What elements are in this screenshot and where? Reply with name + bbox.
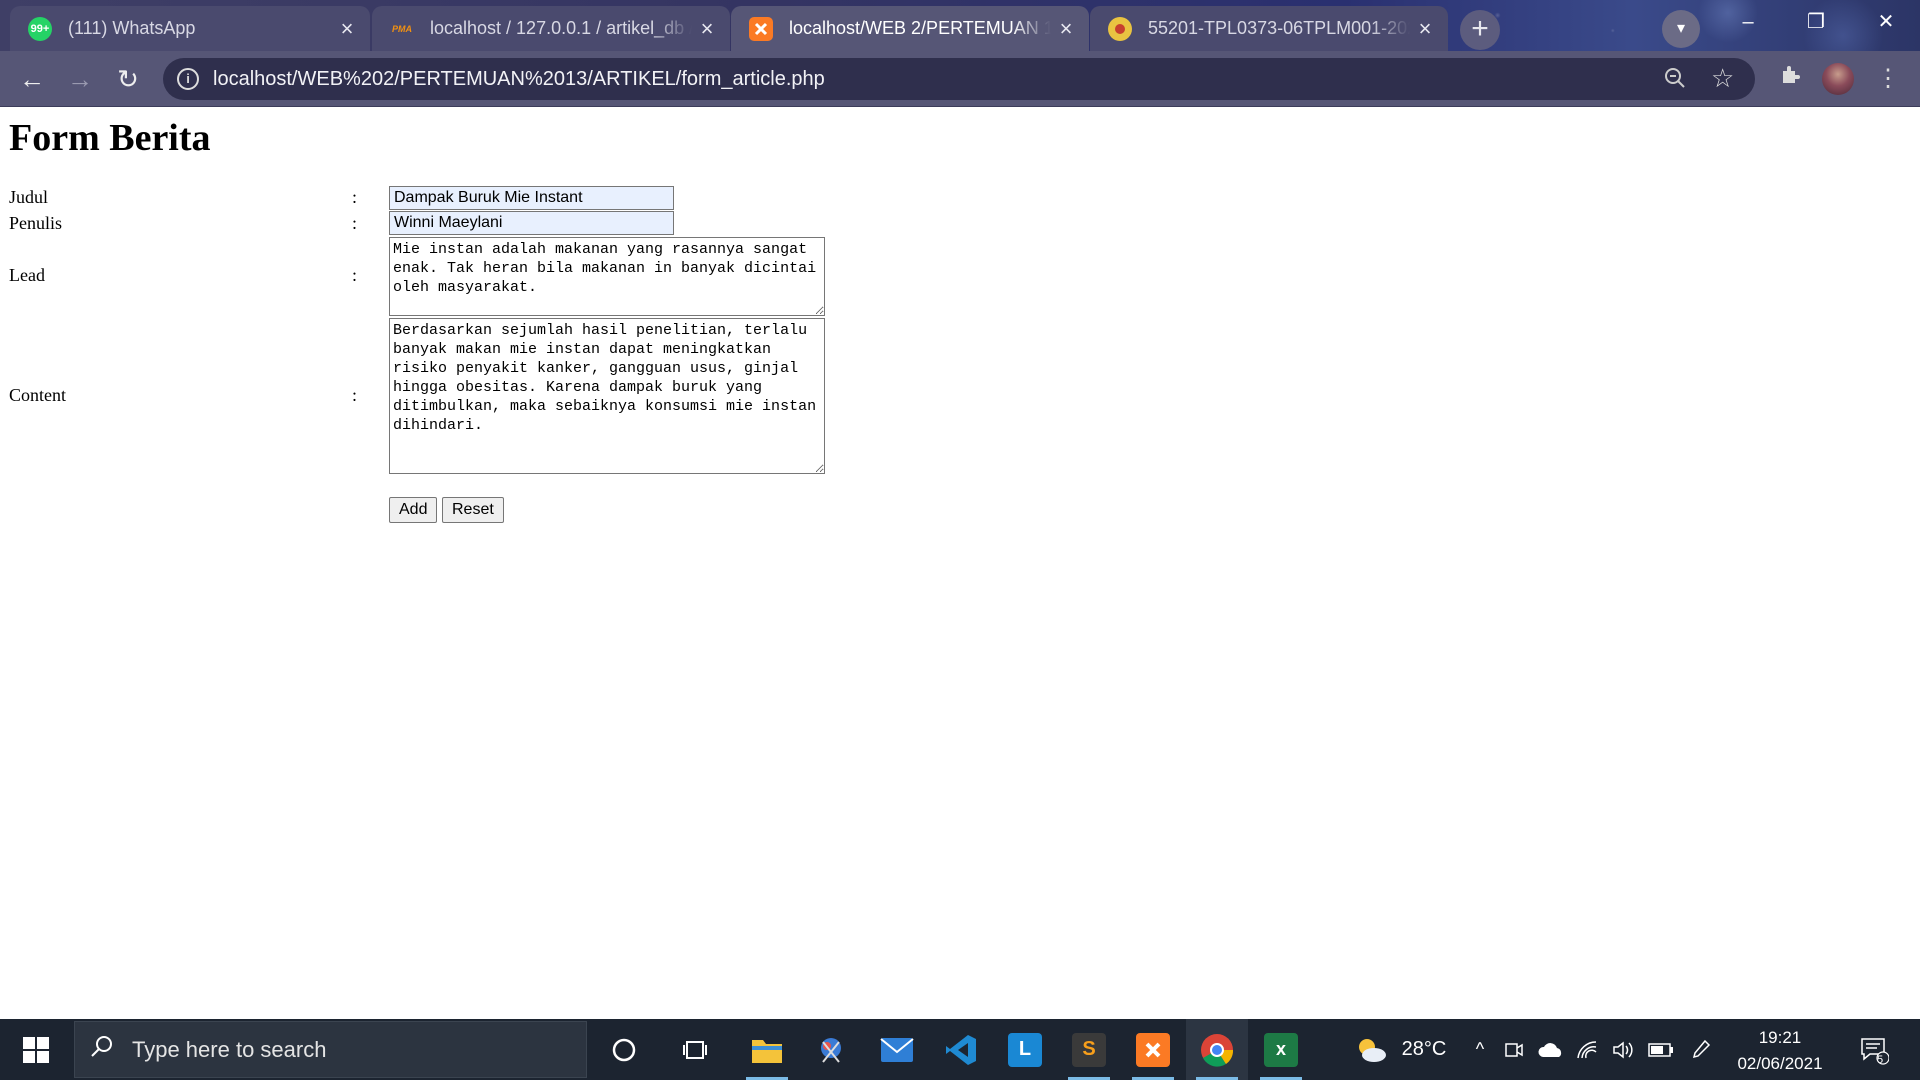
tab-university[interactable]: 55201-TPL0373-06TPLM001-2021 × bbox=[1090, 6, 1448, 51]
judul-input[interactable] bbox=[389, 186, 674, 210]
add-button[interactable]: Add bbox=[389, 497, 438, 523]
close-icon[interactable]: × bbox=[692, 16, 722, 42]
page-title: Form Berita bbox=[9, 117, 211, 159]
page-content: Form Berita Judul : Penulis : Lead : Mie… bbox=[0, 107, 1920, 1019]
excel-icon[interactable]: x bbox=[1250, 1019, 1312, 1080]
tab-form-article[interactable]: localhost/WEB 2/PERTEMUAN 13/ARTIKEL/for… bbox=[731, 6, 1089, 51]
tab-title: (111) WhatsApp bbox=[68, 18, 196, 38]
bookmark-star-icon[interactable]: ☆ bbox=[1711, 63, 1734, 94]
xampp-icon[interactable] bbox=[1122, 1019, 1184, 1080]
content-label: Content bbox=[9, 385, 66, 405]
weather-temp[interactable]: 28°C bbox=[1396, 1019, 1452, 1080]
windows-taskbar: Type here to search L S x 28°C ^ 19:21 0… bbox=[0, 1019, 1920, 1080]
file-explorer-icon[interactable] bbox=[736, 1019, 798, 1080]
zoom-icon[interactable] bbox=[1663, 66, 1687, 96]
cortana-icon[interactable] bbox=[593, 1019, 655, 1080]
address-bar[interactable]: i localhost/WEB%202/PERTEMUAN%2013/ARTIK… bbox=[163, 58, 1755, 100]
close-icon[interactable]: × bbox=[1051, 16, 1081, 42]
phpmyadmin-icon: PMA bbox=[392, 23, 412, 34]
back-button[interactable]: ← bbox=[12, 59, 52, 99]
site-info-icon[interactable]: i bbox=[177, 68, 199, 90]
windows-logo-icon bbox=[23, 1036, 49, 1063]
close-icon[interactable]: × bbox=[1410, 16, 1440, 42]
snipping-icon[interactable] bbox=[800, 1019, 862, 1080]
search-icon bbox=[89, 1034, 115, 1067]
judul-label: Judul bbox=[9, 187, 49, 207]
mail-icon[interactable] bbox=[866, 1019, 928, 1080]
meet-now-icon[interactable] bbox=[1500, 1019, 1528, 1080]
reset-button[interactable]: Reset bbox=[442, 497, 504, 523]
close-window-button[interactable]: ✕ bbox=[1852, 0, 1920, 44]
browser-tab-strip: 99+ (111) WhatsApp × PMA localhost / 127… bbox=[0, 0, 1920, 51]
system-clock[interactable]: 19:21 02/06/2021 bbox=[1730, 1025, 1830, 1077]
sublime-text-icon[interactable]: S bbox=[1058, 1019, 1120, 1080]
lead-label: Lead bbox=[9, 265, 45, 285]
university-icon bbox=[1108, 16, 1132, 41]
colon-separator: : bbox=[352, 385, 358, 405]
whatsapp-icon: 99+ bbox=[28, 16, 52, 41]
profile-avatar[interactable] bbox=[1822, 63, 1854, 95]
url-text[interactable]: localhost/WEB%202/PERTEMUAN%2013/ARTIKEL… bbox=[213, 68, 825, 91]
tab-whatsapp[interactable]: 99+ (111) WhatsApp × bbox=[10, 6, 370, 51]
tab-title: 55201-TPL0373-06TPLM001-2021 bbox=[1148, 18, 1410, 38]
xampp-icon bbox=[749, 16, 773, 41]
content-textarea[interactable]: Berdasarkan sejumlah hasil penelitian, t… bbox=[389, 318, 825, 474]
pen-icon[interactable] bbox=[1686, 1019, 1716, 1080]
clock-time: 19:21 bbox=[1758, 1028, 1802, 1047]
task-view-icon[interactable] bbox=[664, 1019, 726, 1080]
extensions-icon[interactable] bbox=[1772, 61, 1808, 97]
l-app-icon[interactable]: L bbox=[994, 1019, 1056, 1080]
vscode-icon[interactable] bbox=[930, 1019, 992, 1080]
taskbar-search[interactable]: Type here to search bbox=[74, 1021, 587, 1078]
minimize-button[interactable]: – bbox=[1714, 0, 1782, 44]
search-placeholder: Type here to search bbox=[132, 1037, 327, 1062]
volume-icon[interactable] bbox=[1608, 1019, 1638, 1080]
restore-button[interactable]: ❐ bbox=[1782, 0, 1850, 44]
colon-separator: : bbox=[352, 213, 358, 233]
start-button[interactable] bbox=[0, 1019, 72, 1080]
tab-title: localhost/WEB 2/PERTEMUAN 13/ARTIKEL/for… bbox=[789, 18, 1051, 38]
clock-date: 02/06/2021 bbox=[1737, 1054, 1823, 1073]
close-icon[interactable]: × bbox=[332, 16, 362, 42]
browser-toolbar: ← → ↻ i localhost/WEB%202/PERTEMUAN%2013… bbox=[0, 51, 1920, 107]
chevron-up-icon[interactable]: ^ bbox=[1466, 1019, 1494, 1080]
reload-button[interactable]: ↻ bbox=[108, 59, 148, 99]
chrome-icon[interactable] bbox=[1186, 1019, 1248, 1080]
colon-separator: : bbox=[352, 187, 358, 207]
colon-separator: : bbox=[352, 265, 358, 285]
forward-button[interactable]: → bbox=[60, 59, 100, 99]
lead-textarea[interactable]: Mie instan adalah makanan yang rasannya … bbox=[389, 237, 825, 316]
weather-icon[interactable] bbox=[1350, 1019, 1392, 1080]
penulis-label: Penulis bbox=[9, 213, 63, 233]
notification-badge: 5 bbox=[1877, 1054, 1884, 1066]
notification-center-icon[interactable]: 5 bbox=[1852, 1019, 1896, 1080]
tab-phpmyadmin[interactable]: PMA localhost / 127.0.0.1 / artikel_db /… bbox=[372, 6, 730, 51]
menu-kebab-icon[interactable]: ⋮ bbox=[1870, 61, 1906, 97]
new-tab-button[interactable]: + bbox=[1460, 10, 1500, 50]
tab-search-button[interactable]: ▾ bbox=[1662, 10, 1700, 48]
wifi-icon[interactable] bbox=[1572, 1019, 1602, 1080]
penulis-input[interactable] bbox=[389, 211, 674, 235]
onedrive-icon[interactable] bbox=[1536, 1019, 1566, 1080]
battery-icon[interactable] bbox=[1644, 1019, 1678, 1080]
tab-title: localhost / 127.0.0.1 / artikel_db / tb_… bbox=[430, 18, 692, 38]
